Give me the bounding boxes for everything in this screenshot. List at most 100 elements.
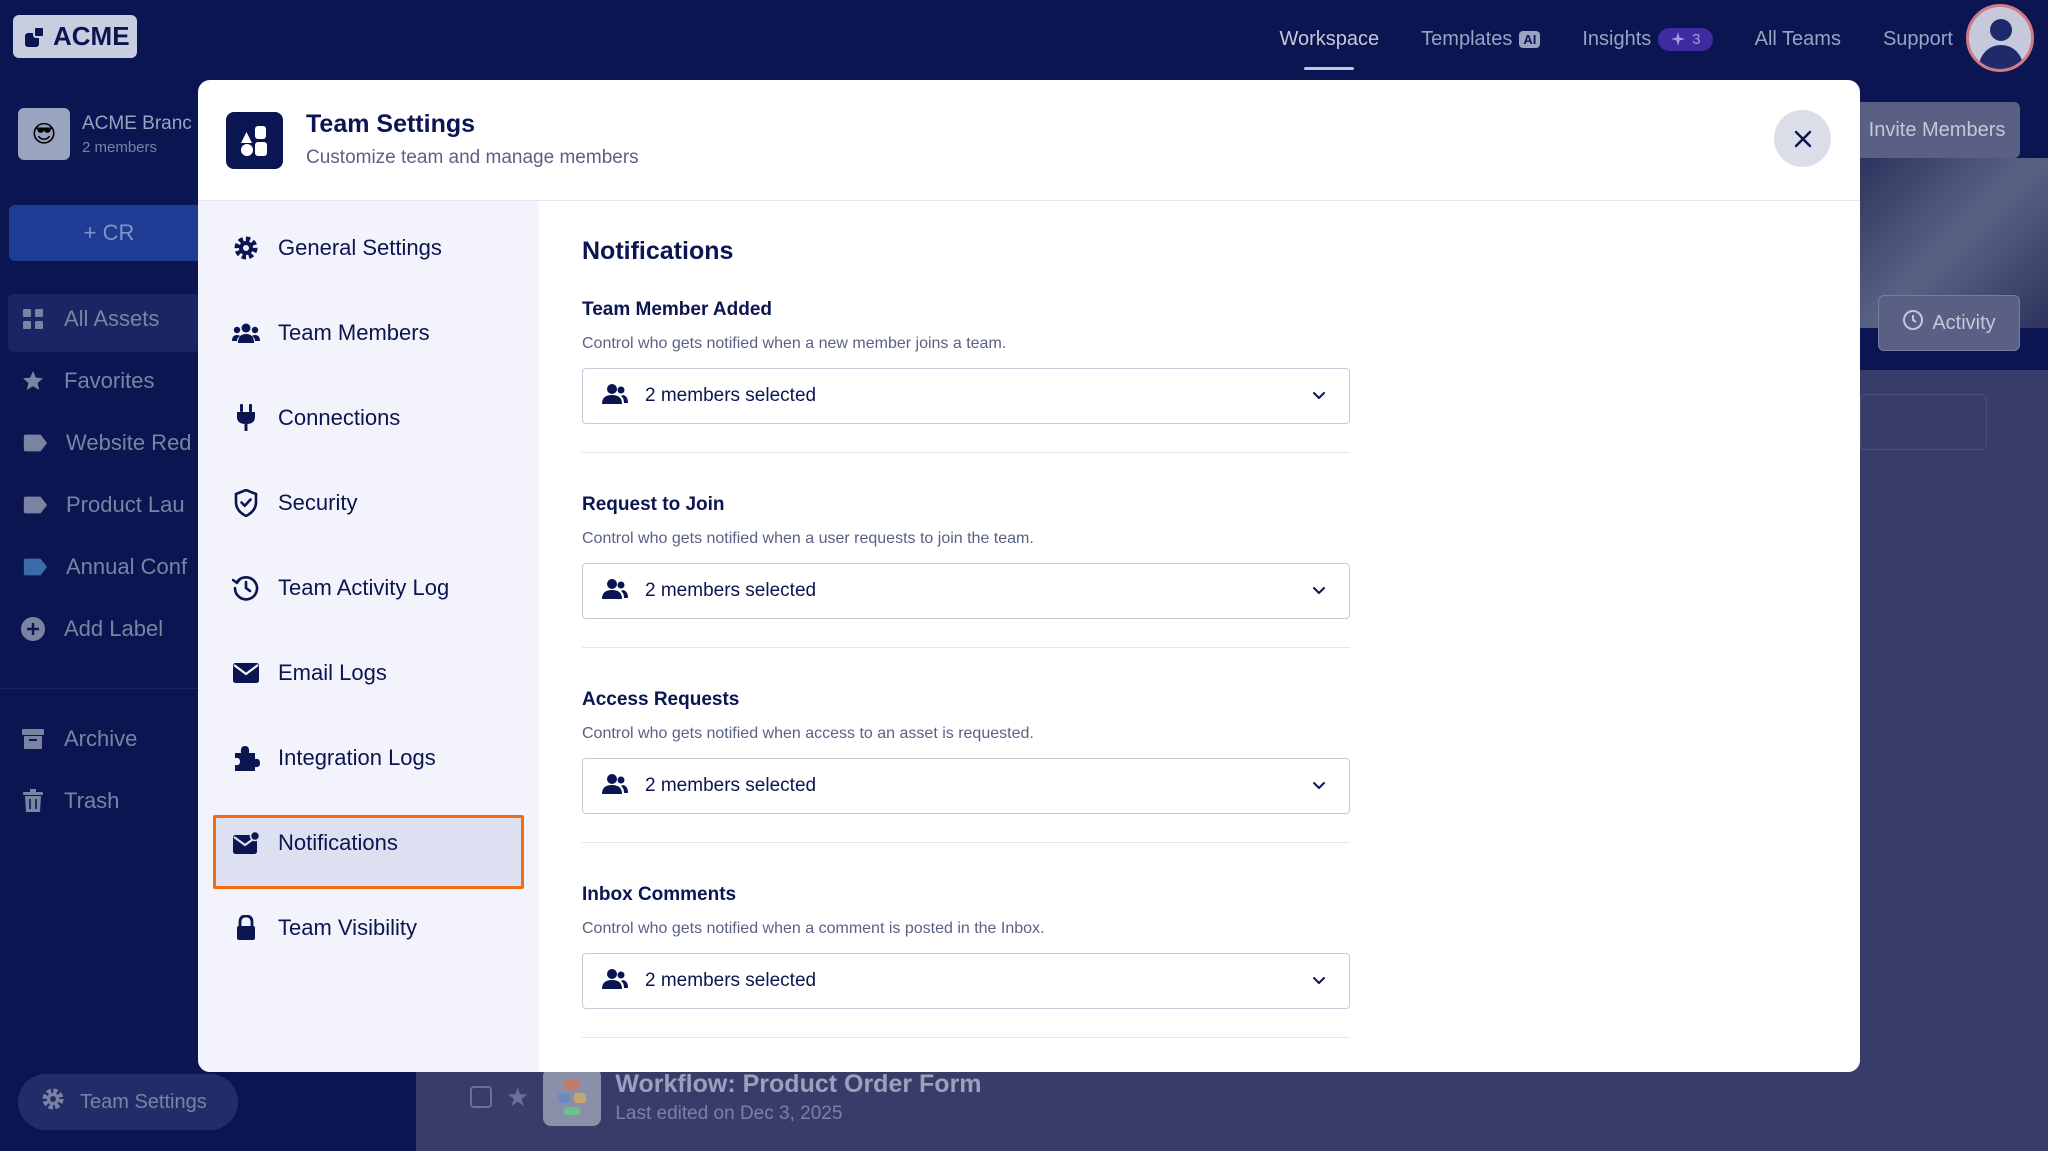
nav-links: Workspace Templates AI Insights 3 All Te… (1279, 0, 1953, 78)
clock-history-icon (1902, 309, 1924, 337)
sidebar-item-product-launch[interactable]: Product Lau (22, 492, 185, 518)
sidebar-item-label: Favorites (64, 368, 155, 393)
group-title: Request to Join (582, 494, 725, 515)
modal-side-nav: General Settings Team Members Connection… (198, 201, 539, 1072)
nav-templates[interactable]: Templates AI (1421, 0, 1541, 78)
group-title: Inbox Comments (582, 884, 737, 905)
notification-group-inbox-comments: Inbox Comments Control who gets notified… (582, 884, 1350, 1038)
team-card[interactable]: 😎 ACME Branc 2 members (18, 108, 192, 160)
nav-support[interactable]: Support (1883, 0, 1953, 78)
group-description: Control who gets notified when a user re… (582, 530, 1034, 547)
nav-all-teams[interactable]: All Teams (1755, 0, 1841, 78)
activity-button[interactable]: Activity (1878, 295, 2020, 351)
nav-item-team-activity-log[interactable]: Team Activity Log (232, 574, 449, 602)
create-button[interactable]: + CR (9, 205, 209, 261)
team-member-count: 2 members (82, 138, 158, 156)
top-navigation: ACME Workspace Templates AI Insights 3 A… (0, 0, 2048, 78)
team-settings-modal: Team Settings Customize team and manage … (198, 80, 1860, 1072)
nav-item-notifications[interactable]: Notifications (232, 829, 398, 857)
nav-item-team-members[interactable]: Team Members (232, 319, 430, 347)
logo-mark-icon (21, 24, 47, 50)
nav-item-team-visibility[interactable]: Team Visibility (232, 914, 417, 942)
chevron-down-icon (1311, 972, 1327, 993)
insights-count: 3 (1692, 30, 1701, 48)
envelope-notification-icon (232, 829, 260, 857)
asset-row[interactable]: ★ Workflow: Product Order Form Last edit… (470, 1068, 982, 1126)
gear-icon (40, 1086, 66, 1118)
activity-label: Activity (1932, 311, 1996, 334)
users-icon (601, 773, 629, 800)
envelope-icon (232, 659, 260, 687)
members-select-dropdown[interactable]: 2 members selected (582, 563, 1350, 619)
nav-workspace[interactable]: Workspace (1279, 0, 1380, 78)
notification-group-team-member-added: Team Member Added Control who gets notif… (582, 299, 1350, 453)
members-select-dropdown[interactable]: 2 members selected (582, 953, 1350, 1009)
close-button[interactable] (1774, 110, 1831, 167)
nav-support-label: Support (1882, 27, 1953, 50)
sidebar-item-label: All Assets (64, 306, 160, 331)
sidebar-item-favorites[interactable]: Favorites (20, 368, 154, 394)
left-sidebar: 😎 ACME Branc 2 members + CR All Assets F… (0, 78, 238, 1151)
sidebar-item-label: Annual Conf (66, 554, 188, 579)
group-description: Control who gets notified when a comment… (582, 920, 1045, 937)
sidebar-item-all-assets[interactable]: All Assets (20, 306, 159, 332)
sparkle-icon (1671, 32, 1686, 46)
team-settings-icon (226, 112, 283, 169)
select-value: 2 members selected (645, 775, 817, 796)
sidebar-item-archive[interactable]: Archive (20, 726, 137, 752)
users-icon (232, 319, 260, 347)
nav-item-connections[interactable]: Connections (232, 404, 400, 432)
nav-item-security[interactable]: Security (232, 489, 357, 517)
sidebar-item-trash[interactable]: Trash (20, 788, 119, 814)
members-select-dropdown[interactable]: 2 members selected (582, 758, 1350, 814)
group-description: Control who gets notified when access to… (582, 725, 1034, 742)
acme-logo[interactable]: ACME (13, 15, 137, 58)
group-title: Access Requests (582, 689, 740, 710)
nav-insights-label: Insights (1582, 27, 1652, 50)
sidebar-item-label: Website Red (66, 430, 192, 455)
row-star-icon[interactable]: ★ (506, 1082, 529, 1113)
user-avatar[interactable] (1966, 4, 2034, 72)
clock-history-icon (232, 574, 260, 602)
row-subtitle: Last edited on Dec 3, 2025 (615, 1102, 843, 1124)
team-name: ACME Branc (82, 112, 192, 134)
team-settings-label: Team Settings (80, 1090, 207, 1113)
nav-item-integration-logs[interactable]: Integration Logs (232, 744, 436, 772)
sidebar-item-label: Add Label (64, 616, 164, 641)
row-title: Workflow: Product Order Form (615, 1069, 982, 1098)
chevron-down-icon (1311, 582, 1327, 603)
sidebar-item-website-redesign[interactable]: Website Red (22, 430, 192, 456)
nav-workspace-label: Workspace (1279, 27, 1380, 50)
lock-icon (232, 914, 260, 942)
shield-check-icon (232, 489, 260, 517)
sidebar-divider (0, 688, 200, 689)
nav-insights[interactable]: Insights 3 (1582, 0, 1713, 78)
group-divider (582, 452, 1350, 453)
sidebar-item-label: Trash (64, 788, 120, 813)
section-title: Notifications (582, 237, 734, 265)
label-tag-icon (22, 555, 48, 579)
nav-item-email-logs[interactable]: Email Logs (232, 659, 387, 687)
nav-item-label: Notifications (278, 830, 398, 855)
search-field-background[interactable] (1860, 394, 1987, 450)
nav-all-teams-label: All Teams (1754, 27, 1841, 50)
archive-icon (20, 727, 46, 751)
group-title: Team Member Added (582, 299, 773, 320)
workflow-icon (543, 1068, 602, 1126)
gear-icon (232, 234, 260, 262)
nav-item-label: General Settings (278, 235, 442, 260)
members-select-dropdown[interactable]: 2 members selected (582, 368, 1350, 424)
sidebar-item-annual-conference[interactable]: Annual Conf (22, 554, 187, 580)
nav-item-general-settings[interactable]: General Settings (232, 234, 442, 262)
nav-item-label: Team Members (278, 320, 430, 345)
sidebar-item-label: Product Lau (66, 492, 185, 517)
team-settings-button[interactable]: Team Settings (18, 1074, 238, 1130)
invite-members-button[interactable]: Invite Members (1854, 102, 2020, 158)
sidebar-item-label: Archive (64, 726, 138, 751)
sidebar-item-add-label[interactable]: Add Label (20, 616, 163, 642)
plus-circle-icon (20, 617, 46, 641)
chevron-down-icon (1311, 387, 1327, 408)
app-background: ACME Workspace Templates AI Insights 3 A… (0, 0, 2048, 1151)
row-checkbox[interactable] (470, 1086, 492, 1108)
select-value: 2 members selected (645, 580, 817, 601)
